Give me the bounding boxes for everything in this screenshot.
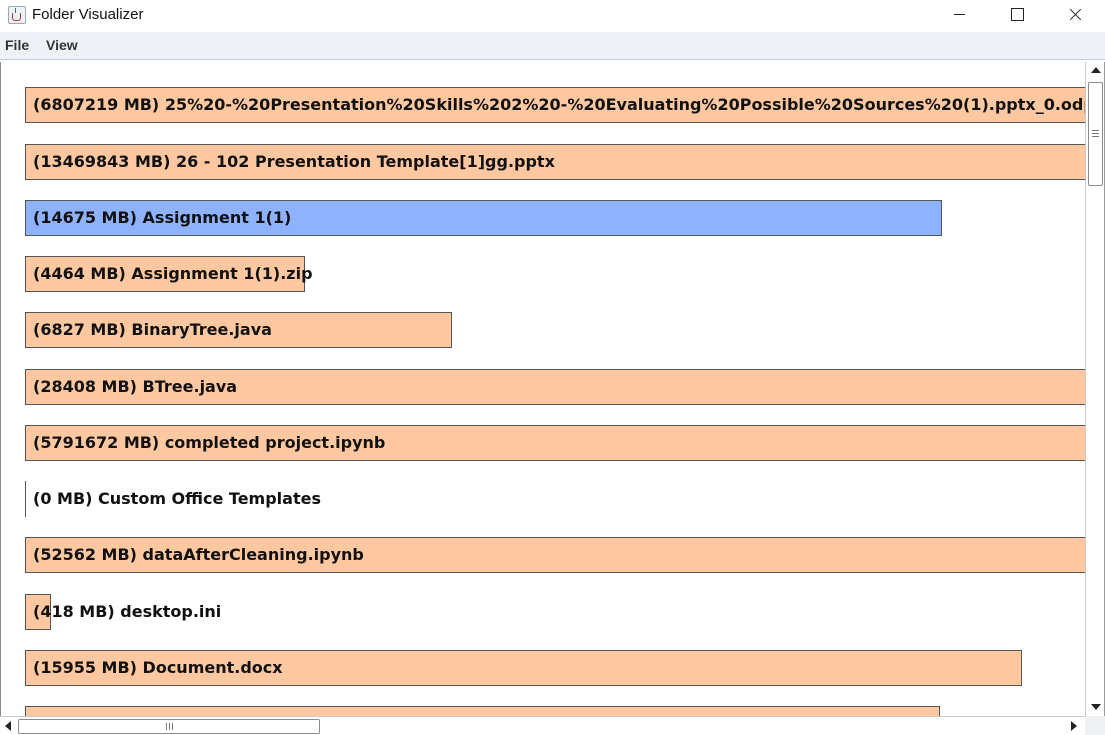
entry-label: (6807219 MB) 25%20-%20Presentation%20Ski… <box>33 95 1085 114</box>
maximize-icon[interactable] <box>988 0 1046 30</box>
entry-label: (28408 MB) BTree.java <box>33 377 238 396</box>
title-bar: Folder Visualizer <box>0 0 1105 32</box>
scroll-up-icon[interactable] <box>1091 67 1101 73</box>
entry-row[interactable]: (6827 MB) BinaryTree.java <box>25 312 452 348</box>
entry-label: (418 MB) desktop.ini <box>33 602 222 621</box>
entry-label: (14675 MB) Assignment 1(1) <box>33 208 292 227</box>
scroll-down-icon[interactable] <box>1091 704 1101 710</box>
entry-label: (52562 MB) dataAfterCleaning.ipynb <box>33 545 364 564</box>
vertical-scroll-thumb[interactable] <box>1088 82 1103 186</box>
scroll-left-icon[interactable] <box>5 721 11 731</box>
java-app-icon <box>8 6 26 24</box>
entry-row[interactable]: (6807219 MB) 25%20-%20Presentation%20Ski… <box>25 87 1085 123</box>
horizontal-scroll-thumb[interactable] <box>18 719 320 734</box>
entry-label: (4464 MB) Assignment 1(1).zip <box>33 264 313 283</box>
window-title: Folder Visualizer <box>32 6 144 23</box>
entry-row[interactable]: (418 MB) desktop.ini <box>25 594 625 630</box>
entry-label: (13469843 MB) 26 - 102 Presentation Temp… <box>33 152 555 171</box>
menu-view[interactable]: View <box>46 37 78 53</box>
entry-row[interactable]: (28408 MB) BTree.java <box>25 369 1085 405</box>
entry-row[interactable] <box>25 706 940 716</box>
entry-row[interactable]: (13469843 MB) 26 - 102 Presentation Temp… <box>25 144 1085 180</box>
close-icon[interactable] <box>1046 0 1104 30</box>
size-bar <box>25 481 26 517</box>
entry-row[interactable]: (15955 MB) Document.docx <box>25 650 1022 686</box>
menu-bar: File View <box>0 32 1105 60</box>
entry-label: (0 MB) Custom Office Templates <box>33 489 321 508</box>
entry-label: (5791672 MB) completed project.ipynb <box>33 433 386 452</box>
entry-row[interactable]: (14675 MB) Assignment 1(1) <box>25 200 942 236</box>
scrollbar-corner <box>1085 716 1105 735</box>
entry-label: (15955 MB) Document.docx <box>33 658 283 677</box>
entry-row[interactable]: (52562 MB) dataAfterCleaning.ipynb <box>25 537 1085 573</box>
entry-row[interactable]: (5791672 MB) completed project.ipynb <box>25 425 1085 461</box>
vertical-scrollbar[interactable] <box>1085 62 1105 716</box>
minimize-icon[interactable] <box>930 0 988 30</box>
size-bar <box>25 706 940 716</box>
entry-label: (6827 MB) BinaryTree.java <box>33 320 272 339</box>
entry-row[interactable]: (4464 MB) Assignment 1(1).zip <box>25 256 313 292</box>
folder-visualization: (6807219 MB) 25%20-%20Presentation%20Ski… <box>0 62 1085 716</box>
entry-row[interactable]: (0 MB) Custom Office Templates <box>25 481 625 517</box>
menu-file[interactable]: File <box>5 37 29 53</box>
scroll-right-icon[interactable] <box>1071 721 1077 731</box>
horizontal-scrollbar[interactable] <box>0 716 1085 735</box>
